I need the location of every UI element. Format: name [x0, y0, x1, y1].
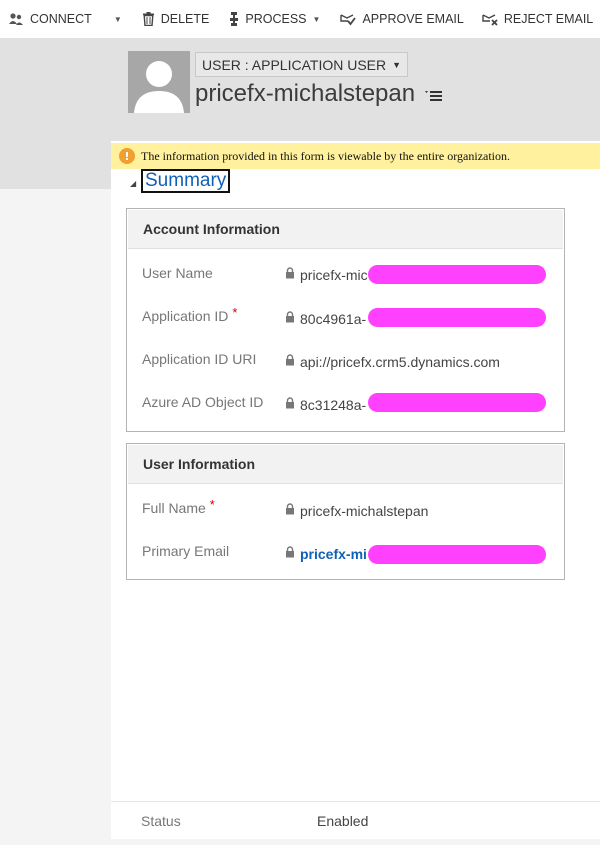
user-silhouette-icon	[134, 61, 184, 113]
required-marker: *	[232, 305, 238, 320]
lock-icon	[286, 354, 294, 366]
field-label-azure-ad-object-id: Azure AD Object ID	[142, 394, 264, 410]
field-value-primary-email[interactable]: pricefx-mi	[300, 546, 367, 562]
connect-button[interactable]: CONNECT	[0, 0, 96, 38]
approve-email-label: APPROVE EMAIL	[362, 12, 464, 26]
caret-down-icon: ▼	[392, 59, 402, 70]
process-button[interactable]: PROCESS ▼	[225, 0, 324, 38]
account-information-card: Account Information User Name pricefx-mi…	[126, 208, 565, 432]
form-selector-label: USER : APPLICATION USER	[202, 56, 387, 73]
card-title: User Information	[128, 445, 563, 484]
field-label-application-id-uri: Application ID URI	[142, 351, 257, 367]
connect-label: CONNECT	[30, 12, 92, 26]
chevron-down-icon: ▼	[312, 14, 321, 24]
approve-email-button[interactable]: APPROVE EMAIL	[336, 0, 467, 38]
notification-bar: ! The information provided in this form …	[111, 143, 600, 169]
trash-icon	[142, 12, 154, 26]
record-title: pricefx-michalstepan	[195, 80, 416, 107]
redaction-mark	[368, 393, 546, 412]
notification-text: The information provided in this form is…	[141, 148, 511, 163]
left-header-fill	[0, 141, 111, 189]
redaction-mark	[368, 308, 546, 327]
field-value-azure-ad-object-id[interactable]: 8c31248a-	[300, 397, 366, 413]
card-title: Account Information	[128, 210, 563, 249]
field-value-full-name[interactable]: pricefx-michalstepan	[300, 503, 428, 519]
field-label-full-name: Full Name *	[142, 497, 215, 516]
status-label: Status	[141, 812, 181, 829]
lock-icon	[286, 311, 294, 323]
field-value-application-id-uri[interactable]: api://pricefx.crm5.dynamics.com	[300, 354, 500, 370]
section-title-summary[interactable]: Summary	[141, 169, 231, 193]
connect-icon	[9, 13, 23, 25]
field-value-application-id[interactable]: 80c4961a-	[300, 311, 366, 327]
warning-icon: !	[119, 148, 135, 164]
field-label-primary-email: Primary Email	[142, 543, 230, 559]
delete-label: DELETE	[160, 12, 210, 26]
approve-email-icon	[340, 14, 357, 26]
process-icon	[230, 12, 239, 26]
redaction-mark	[368, 545, 546, 564]
chevron-down-icon: ▼	[113, 14, 122, 24]
lock-icon	[286, 267, 294, 279]
reject-email-icon	[482, 14, 498, 26]
user-avatar[interactable]	[128, 51, 190, 113]
delete-button[interactable]: DELETE	[138, 0, 214, 38]
reject-email-button[interactable]: REJECT EMAIL	[478, 0, 597, 38]
form-selector[interactable]: USER : APPLICATION USER ▼	[195, 52, 409, 77]
redaction-mark	[368, 265, 546, 284]
footer-bottom-strip	[111, 839, 600, 845]
status-footer: Status Enabled	[111, 801, 600, 839]
record-menu-button[interactable]	[425, 89, 443, 108]
field-value-user-name[interactable]: pricefx-mic	[300, 267, 368, 283]
status-value: Enabled	[317, 812, 369, 829]
hamburger-menu-icon	[425, 91, 442, 101]
lock-icon	[286, 503, 294, 515]
left-pane	[0, 189, 111, 845]
field-label-application-id: Application ID *	[142, 305, 238, 324]
reject-email-label: REJECT EMAIL	[503, 12, 594, 26]
process-label: PROCESS	[245, 12, 307, 26]
field-label-user-name: User Name	[142, 265, 213, 281]
user-information-card: User Information Full Name * pricefx-mich…	[126, 443, 565, 580]
command-bar: CONNECT ▼ DELETE PROCESS ▼ APPROVE EMAIL	[0, 0, 600, 38]
required-marker: *	[209, 497, 215, 512]
lock-icon	[286, 397, 294, 409]
collapse-triangle-icon[interactable]: ◢	[130, 179, 136, 188]
connect-dropdown-button[interactable]: ▼	[108, 0, 128, 38]
lock-icon	[286, 546, 294, 558]
